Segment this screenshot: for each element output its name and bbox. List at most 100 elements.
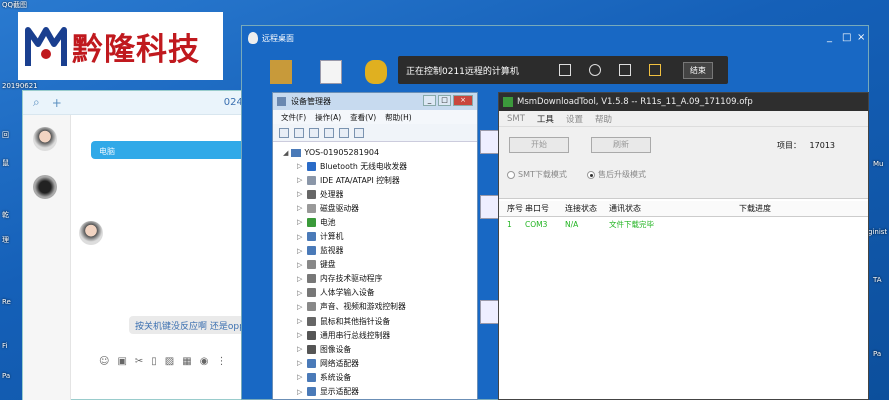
radio-upgrade-mode[interactable]: 售后升级模式 <box>587 169 646 180</box>
tree-item[interactable]: ▷ 计算机 <box>283 229 477 243</box>
desktop-label[interactable]: ginist <box>868 228 887 236</box>
desktop-label[interactable]: Fi <box>2 342 7 350</box>
expand-arrow-icon[interactable]: ▷ <box>297 261 303 269</box>
close-button[interactable]: × <box>453 95 473 106</box>
help-icon[interactable] <box>324 127 334 138</box>
minimize-button[interactable]: _ <box>423 95 436 106</box>
table-row[interactable]: 1 COM3 N/A 文件下载完毕 <box>499 217 868 231</box>
add-icon[interactable]: + <box>52 96 62 110</box>
maximize-button[interactable]: □ <box>438 95 451 106</box>
mute-icon[interactable] <box>588 64 601 76</box>
expand-arrow-icon[interactable]: ▷ <box>297 331 303 339</box>
tree-item[interactable]: ▷ IDE ATA/ATAPI 控制器 <box>283 173 477 187</box>
tree-item[interactable]: ▷ 内存技术驱动程序 <box>283 272 477 286</box>
expand-arrow-icon[interactable]: ▷ <box>297 275 303 283</box>
expand-arrow-icon[interactable]: ▷ <box>297 162 303 170</box>
image-icon[interactable]: ▨ <box>165 356 174 367</box>
desktop-label[interactable]: Mu <box>873 160 883 168</box>
tree-item[interactable]: ▷ 键盘 <box>283 258 477 272</box>
minimize-button[interactable]: _ <box>827 32 832 43</box>
forward-icon[interactable] <box>294 127 304 138</box>
tree-item[interactable]: ▷ 监视器 <box>283 244 477 258</box>
word-doc-icon[interactable] <box>320 60 342 84</box>
fullscreen-icon[interactable] <box>558 64 571 76</box>
tree-item[interactable]: ▷ 磁盘驱动器 <box>283 201 477 215</box>
properties-icon[interactable] <box>309 127 319 138</box>
column-header[interactable]: 序号 <box>499 201 525 216</box>
desktop-shortcut-icon[interactable] <box>270 60 292 84</box>
expand-arrow-icon[interactable]: ◢ <box>283 149 288 157</box>
app-shortcut-icon[interactable] <box>365 60 387 84</box>
audio-icon[interactable]: ◉ <box>200 356 209 367</box>
column-header[interactable]: 连接状态 <box>565 201 609 216</box>
column-header[interactable]: 下载进度 <box>739 201 859 216</box>
tree-item[interactable]: ▷ 鼠标和其他指针设备 <box>283 314 477 328</box>
menu-help[interactable]: 帮助 <box>595 113 612 125</box>
calendar-icon[interactable]: ▦ <box>182 356 191 367</box>
file-icon[interactable]: ▯ <box>151 356 157 367</box>
avatar[interactable] <box>79 221 103 245</box>
tree-item[interactable]: ▷ 电池 <box>283 215 477 229</box>
tree-item[interactable]: ▷ Bluetooth 无线电收发器 <box>283 159 477 173</box>
tree-item[interactable]: ▷ 图像设备 <box>283 342 477 356</box>
scissors-icon[interactable]: ✂ <box>135 356 143 367</box>
desktop-label[interactable]: 乾 <box>2 210 9 220</box>
tree-root[interactable]: ◢ YOS-01905281904 <box>283 146 477 159</box>
desktop-label[interactable]: Pa <box>2 372 10 380</box>
menu-smt[interactable]: SMT <box>507 114 525 124</box>
desktop-label[interactable]: 鼠 <box>2 158 9 168</box>
expand-arrow-icon[interactable]: ▷ <box>297 303 303 311</box>
maximize-button[interactable]: □ <box>842 32 851 43</box>
desktop-label[interactable]: Pa <box>873 350 881 358</box>
expand-arrow-icon[interactable]: ▷ <box>297 388 303 396</box>
avatar[interactable] <box>33 175 57 199</box>
gif-icon[interactable]: ▣ <box>117 356 126 367</box>
tree-item[interactable]: ▷ 人体学输入设备 <box>283 286 477 300</box>
desktop-label[interactable]: 回 <box>2 130 9 140</box>
expand-arrow-icon[interactable]: ▷ <box>297 359 303 367</box>
tree-item[interactable]: ▷ 声音、视频和游戏控制器 <box>283 300 477 314</box>
tools-icon[interactable] <box>648 64 661 76</box>
radio-smt-mode[interactable]: SMT下载模式 <box>507 169 567 180</box>
menu-file[interactable]: 文件(F) <box>281 112 306 123</box>
desktop-label[interactable]: QQ截图 <box>2 0 27 10</box>
menu-settings[interactable]: 设置 <box>566 113 583 125</box>
column-header[interactable]: 串口号 <box>525 201 565 216</box>
expand-arrow-icon[interactable]: ▷ <box>297 233 303 241</box>
start-button[interactable]: 开始 <box>509 137 569 153</box>
expand-arrow-icon[interactable]: ▷ <box>297 247 303 255</box>
avatar[interactable] <box>33 127 57 151</box>
expand-arrow-icon[interactable]: ▷ <box>297 345 303 353</box>
search-icon[interactable]: ⌕ <box>33 95 40 110</box>
tree-item[interactable]: ▷ 网络适配器 <box>283 356 477 370</box>
radio-unchecked-icon[interactable] <box>507 170 515 179</box>
update-driver-icon[interactable] <box>339 127 349 138</box>
back-icon[interactable] <box>279 127 289 138</box>
menu-help[interactable]: 帮助(H) <box>385 112 412 123</box>
menu-action[interactable]: 操作(A) <box>315 112 341 123</box>
radio-checked-icon[interactable] <box>587 170 595 179</box>
refresh-button[interactable]: 刷新 <box>591 137 651 153</box>
scan-hardware-icon[interactable] <box>354 127 364 138</box>
end-session-button[interactable]: 结束 <box>682 61 713 79</box>
desktop-label[interactable]: 20190621 <box>2 82 38 90</box>
expand-arrow-icon[interactable]: ▷ <box>297 204 303 212</box>
menu-tools[interactable]: 工具 <box>537 113 554 125</box>
expand-arrow-icon[interactable]: ▷ <box>297 218 303 226</box>
tree-item[interactable]: ▷ 处理器 <box>283 187 477 201</box>
desktop-label[interactable]: TA <box>873 276 882 284</box>
desktop-label[interactable]: Re <box>2 298 11 306</box>
column-header[interactable]: 通讯状态 <box>609 201 739 216</box>
tree-item[interactable]: ▷ 显示适配器 <box>283 385 477 399</box>
expand-arrow-icon[interactable]: ▷ <box>297 176 303 184</box>
expand-arrow-icon[interactable]: ▷ <box>297 317 303 325</box>
more-icon[interactable]: ⋮ <box>216 356 226 367</box>
close-button[interactable]: × <box>857 32 865 43</box>
emoji-icon[interactable]: ☺ <box>99 356 109 367</box>
expand-arrow-icon[interactable]: ▷ <box>297 289 303 297</box>
menu-view[interactable]: 查看(V) <box>350 112 376 123</box>
expand-arrow-icon[interactable]: ▷ <box>297 190 303 198</box>
expand-arrow-icon[interactable]: ▷ <box>297 373 303 381</box>
desktop-label[interactable]: 理 <box>2 235 9 245</box>
tree-item[interactable]: ▷ 通用串行总线控制器 <box>283 328 477 342</box>
